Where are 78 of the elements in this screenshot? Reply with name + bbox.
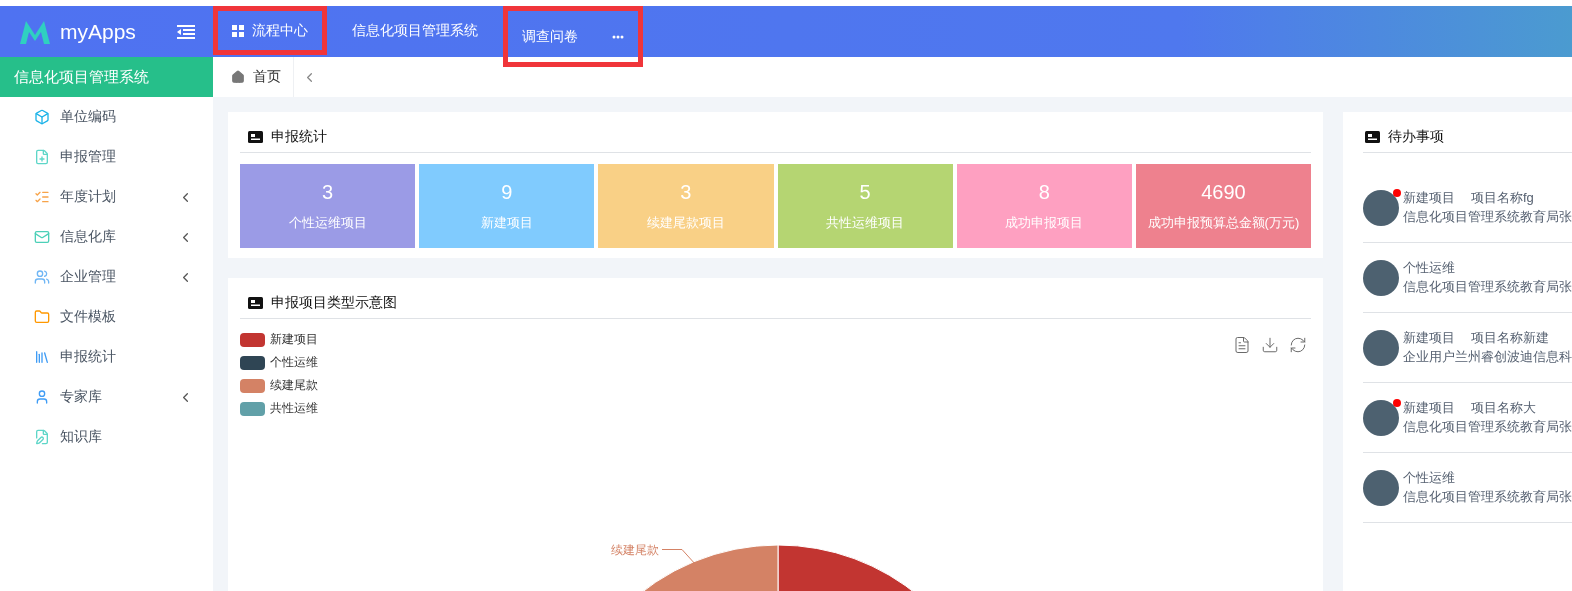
more-icon[interactable] xyxy=(612,34,624,39)
stat-value: 8 xyxy=(1038,180,1050,204)
pie-label: 续建尾款 xyxy=(611,542,659,559)
todo-detail: 信息化项目管理系统教育局张 xyxy=(1403,418,1572,436)
menu-collapse-icon[interactable] xyxy=(177,24,195,39)
sidebar-title: 信息化项目管理系统 xyxy=(0,57,213,97)
grid-icon xyxy=(232,24,244,37)
card-icon xyxy=(248,297,263,309)
user-icon xyxy=(34,389,50,405)
todo-item[interactable]: 个性运维 信息化项目管理系统教育局张 xyxy=(1363,453,1572,523)
todo-type: 新建项目 xyxy=(1403,189,1455,207)
avatar xyxy=(1363,469,1399,506)
avatar xyxy=(1363,329,1399,366)
stat-value: 5 xyxy=(859,180,871,204)
legend-label[interactable]: 共性运维 xyxy=(270,400,318,417)
stat-label: 新建项目 xyxy=(480,213,533,232)
card-icon xyxy=(1365,131,1380,143)
nav-tab[interactable]: 信息化项目管理系统 xyxy=(333,6,497,55)
card-title: 申报项目类型示意图 xyxy=(271,294,397,312)
todo-name: 项目名称大 xyxy=(1471,399,1536,417)
mail-icon xyxy=(34,229,50,245)
sidebar-item[interactable]: 文件模板 xyxy=(0,297,213,337)
folder-icon xyxy=(34,309,50,325)
edit-file-icon xyxy=(34,429,50,445)
card-title: 待办事项 xyxy=(1388,128,1444,146)
avatar xyxy=(1363,399,1399,436)
sidebar-item[interactable]: 申报统计 xyxy=(0,337,213,377)
avatar xyxy=(1363,259,1399,296)
home-breadcrumb[interactable]: 首页 xyxy=(213,57,294,97)
stat-label: 成功申报项目 xyxy=(1005,213,1084,232)
todo-type: 个性运维 xyxy=(1403,469,1455,487)
cube-icon xyxy=(34,109,50,125)
data-view-icon[interactable] xyxy=(1233,336,1251,354)
logo-text: myApps xyxy=(60,19,137,44)
todo-detail: 信息化项目管理系统教育局张 xyxy=(1403,488,1572,506)
list-icon xyxy=(34,189,50,205)
sidebar-item[interactable]: 知识库 xyxy=(0,417,213,457)
stat-value: 9 xyxy=(501,180,513,204)
card-title: 申报统计 xyxy=(271,128,327,146)
legend-label[interactable]: 个性运维 xyxy=(270,354,318,371)
users-icon xyxy=(34,269,50,285)
todo-item[interactable]: 新建项目 项目名称fg 信息化项目管理系统教育局张 xyxy=(1363,173,1572,243)
todo-detail: 信息化项目管理系统教育局张 xyxy=(1403,278,1572,296)
download-icon[interactable] xyxy=(1261,336,1279,354)
stat-label: 成功申报预算总金额(万元) xyxy=(1147,213,1300,232)
nav-tab[interactable]: 调查问卷 xyxy=(503,6,643,67)
books-icon xyxy=(34,349,50,365)
legend-label[interactable]: 续建尾款 xyxy=(270,377,318,394)
home-icon xyxy=(231,70,245,84)
todo-type: 新建项目 xyxy=(1403,329,1455,347)
todo-detail: 信息化项目管理系统教育局张 xyxy=(1403,208,1572,226)
stat-value: 3 xyxy=(680,180,692,204)
card-icon xyxy=(248,131,263,143)
todo-item[interactable]: 新建项目 项目名称新建 企业用户兰州睿创波迪信息科 xyxy=(1363,313,1572,383)
sidebar-item[interactable]: 申报管理 xyxy=(0,137,213,177)
file-plus-icon xyxy=(34,149,50,165)
nav-tab[interactable]: 流程中心 xyxy=(213,6,327,55)
stat-label: 共性运维项目 xyxy=(826,213,905,232)
avatar xyxy=(1363,189,1399,226)
stat-value: 3 xyxy=(322,180,334,204)
stat-label: 个性运维项目 xyxy=(288,213,367,232)
legend-label[interactable]: 新建项目 xyxy=(270,331,318,348)
todo-type: 新建项目 xyxy=(1403,399,1455,417)
stat-value: 4690 xyxy=(1201,180,1246,204)
sidebar-item[interactable]: 信息化库 xyxy=(0,217,213,257)
todo-name: 项目名称新建 xyxy=(1471,329,1549,347)
todo-item[interactable]: 新建项目 项目名称大 信息化项目管理系统教育局张 xyxy=(1363,383,1572,453)
leader-line xyxy=(662,549,696,565)
todo-item[interactable]: 个性运维 信息化项目管理系统教育局张 xyxy=(1363,243,1572,313)
sidebar-item[interactable]: 专家库 xyxy=(0,377,213,417)
sidebar-item[interactable]: 单位编码 xyxy=(0,97,213,137)
sidebar-item[interactable]: 企业管理 xyxy=(0,257,213,297)
todo-detail: 企业用户兰州睿创波迪信息科 xyxy=(1403,348,1572,366)
todo-type: 个性运维 xyxy=(1403,259,1455,277)
stat-label: 续建尾款项目 xyxy=(646,213,725,232)
sidebar-item[interactable]: 年度计划 xyxy=(0,177,213,217)
refresh-icon[interactable] xyxy=(1289,336,1307,354)
todo-name: 项目名称fg xyxy=(1471,189,1534,207)
